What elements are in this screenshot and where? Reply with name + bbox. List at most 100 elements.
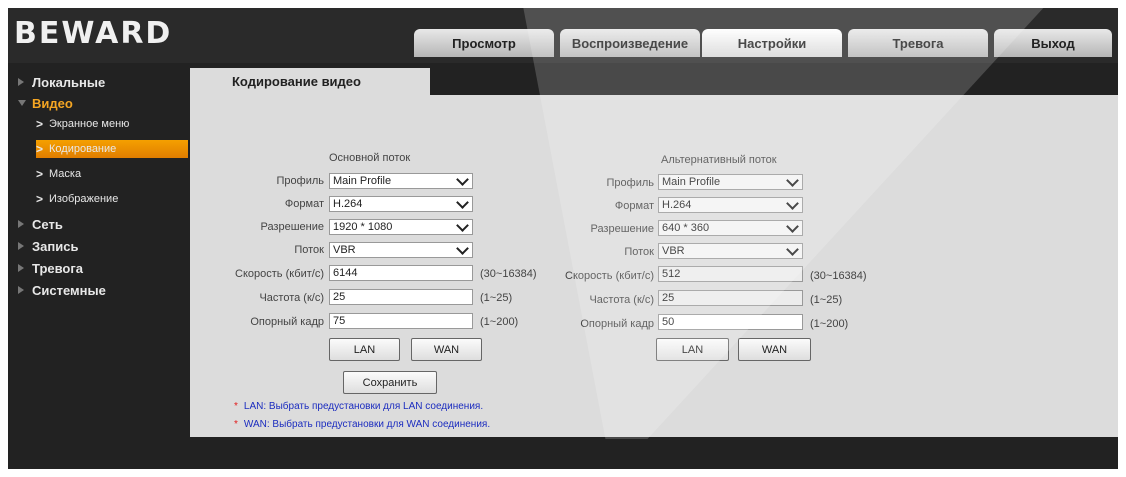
sidebar-sub-osd[interactable]: > Экранное меню [36,115,188,133]
page-frame: BEWARD Просмотр Воспроизведение Настройк… [8,8,1118,469]
main-resolution-value: 1920 * 1080 [333,221,393,233]
chevron-down-icon [786,220,799,233]
alt-iframe-label: Опорный кадр [580,318,654,330]
content-tab-title: Кодирование видео [232,74,361,89]
triangle-right-icon [18,264,24,272]
alt-profile-select[interactable]: Main Profile [658,174,803,190]
alt-bitrate-input[interactable]: 512 [658,266,803,282]
chevron-down-icon [456,242,469,255]
app-window: BEWARD Просмотр Воспроизведение Настройк… [0,0,1126,477]
main-stream-label: Поток [294,244,324,256]
main-fps-label: Частота (к/с) [259,292,324,304]
logo-text: BEWARD [14,15,173,51]
sidebar-item-network[interactable]: Сеть [8,214,190,234]
sidebar-item-video[interactable]: Видео [8,93,190,113]
main-lan-button[interactable]: LAN [329,338,400,361]
sidebar-item-system[interactable]: Системные [8,280,190,300]
alt-resolution-label: Разрешение [590,223,654,235]
triangle-right-icon [18,220,24,228]
note-lan: * LAN: Выбрать предустановки для LAN соед… [234,401,483,412]
main-resolution-select[interactable]: 1920 * 1080 [329,219,473,235]
main-fps-input[interactable]: 25 [329,289,473,305]
main-format-select[interactable]: H.264 [329,196,473,212]
main-iframe-label: Опорный кадр [250,316,324,328]
tab-alarm[interactable]: Тревога [848,29,988,57]
sidebar-sub-mask[interactable]: > Маска [36,165,188,183]
main-resolution-label: Разрешение [260,221,324,233]
chevron-right-icon: > [36,117,44,131]
main-stream-value: VBR [333,244,356,256]
alt-wan-button[interactable]: WAN [738,338,811,361]
main-wan-button[interactable]: WAN [411,338,482,361]
tab-playback[interactable]: Воспроизведение [560,29,700,57]
alt-stream-select[interactable]: VBR [658,243,803,259]
alt-format-value: H.264 [662,199,692,211]
chevron-right-icon: > [36,142,44,156]
triangle-right-icon [18,286,24,294]
content-tab-encoding[interactable]: Кодирование видео [190,68,430,95]
tab-logout[interactable]: Выход [994,29,1112,57]
chevron-right-icon: > [36,167,44,181]
sidebar-item-label: Тревога [32,260,84,276]
main-format-label: Формат [284,198,324,210]
chevron-down-icon [456,219,469,232]
sidebar-item-label: Сеть [32,216,63,232]
main-iframe-range: (1~200) [480,316,519,328]
sidebar-item-record[interactable]: Запись [8,236,190,256]
triangle-down-icon [18,100,26,106]
alt-profile-label: Профиль [606,177,655,189]
triangle-right-icon [18,78,24,86]
header: BEWARD Просмотр Воспроизведение Настройк… [8,8,1118,63]
main-format-value: H.264 [333,198,363,210]
alt-fps-label: Частота (к/с) [589,294,654,306]
sidebar-item-label: Системные [32,282,106,298]
alt-stream-value: VBR [662,245,685,257]
sidebar-sub-label: Изображение [49,193,119,205]
alt-fps-input[interactable]: 25 [658,290,803,306]
note-lan-text: LAN: Выбрать предустановки для LAN соеди… [243,401,484,412]
note-bullet: * [234,401,238,412]
chevron-down-icon [786,243,799,256]
main-bitrate-label: Скорость (кбит/с) [235,268,324,280]
main-stream-select[interactable]: VBR [329,242,473,258]
sidebar-sub-label: Экранное меню [49,118,130,130]
sidebar-item-alarm[interactable]: Тревога [8,258,190,278]
note-wan-text: WAN: Выбрать предустановки для WAN соеди… [243,419,491,430]
alt-bitrate-range: (30~16384) [810,270,867,282]
main-profile-select[interactable]: Main Profile [329,173,473,189]
chevron-down-icon [786,197,799,210]
sidebar-sub-image[interactable]: > Изображение [36,190,188,208]
alt-format-select[interactable]: H.264 [658,197,803,213]
main-fps-range: (1~25) [480,292,513,304]
sidebar-sub-label: Маска [49,168,82,180]
alt-lan-button[interactable]: LAN [656,338,729,361]
alt-iframe-input[interactable]: 50 [658,314,803,330]
alt-resolution-select[interactable]: 640 * 360 [658,220,803,236]
chevron-down-icon [456,173,469,186]
note-wan: * WAN: Выбрать предустановки для WAN соед… [234,419,490,430]
main-iframe-input[interactable]: 75 [329,313,473,329]
chevron-down-icon [786,174,799,187]
beward-logo: BEWARD [14,15,178,51]
main-bitrate-input[interactable]: 6144 [329,265,473,281]
alt-bitrate-label: Скорость (кбит/с) [565,270,654,282]
sidebar-sub-encoding[interactable]: > Кодирование [36,140,188,158]
save-button[interactable]: Сохранить [343,371,437,394]
alt-profile-value: Main Profile [662,176,721,188]
chevron-down-icon [456,196,469,209]
alt-stream-title: Альтернативный поток [661,154,777,166]
alt-fps-range: (1~25) [810,294,843,306]
main-profile-value: Main Profile [333,175,392,187]
alt-resolution-value: 640 * 360 [662,222,710,234]
main-profile-label: Профиль [276,175,325,187]
alt-iframe-range: (1~200) [810,318,849,330]
encoding-panel: Основной поток Профиль Main Profile Форм… [190,95,1118,437]
tab-view[interactable]: Просмотр [414,29,554,57]
alt-stream-label: Поток [624,246,654,258]
sidebar-item-label: Видео [32,95,73,111]
tab-settings[interactable]: Настройки [702,29,842,57]
sidebar-item-local[interactable]: Локальные [8,72,190,92]
alt-format-label: Формат [614,200,654,212]
sidebar-item-label: Локальные [32,74,106,90]
footer [8,439,1118,469]
